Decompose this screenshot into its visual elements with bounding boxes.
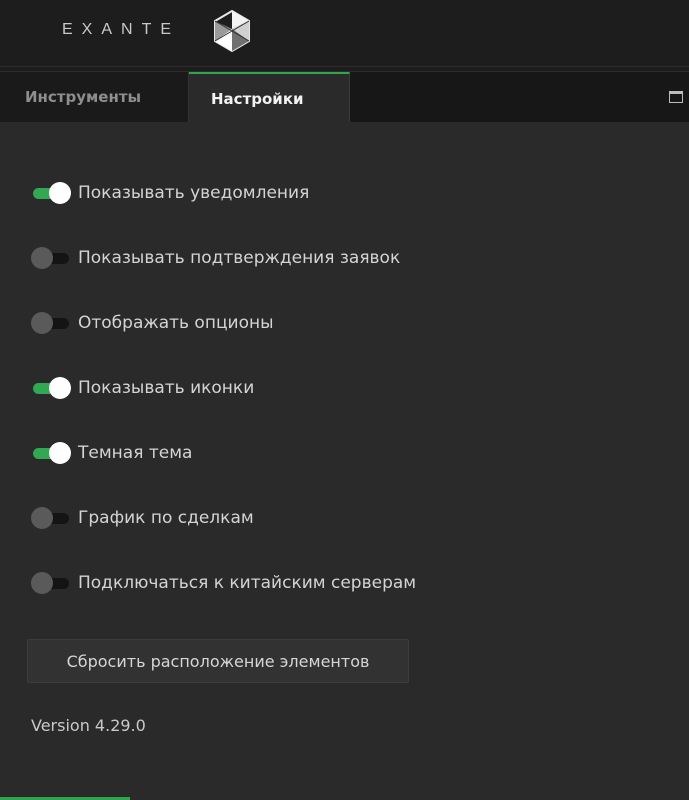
app-window: EXANTE Инструменты Настройки Показывать … — [0, 0, 689, 800]
toggle-switch[interactable] — [31, 312, 71, 334]
tab-instruments[interactable]: Инструменты — [0, 72, 189, 122]
setting-show-icons[interactable]: Показывать иконки — [31, 374, 254, 402]
toggle-switch[interactable] — [31, 507, 71, 529]
toggle-knob — [49, 377, 71, 399]
setting-trades-chart[interactable]: График по сделкам — [31, 504, 254, 532]
setting-label: Показывать подтверждения заявок — [78, 248, 401, 268]
header: EXANTE — [0, 0, 689, 67]
toggle-knob — [49, 442, 71, 464]
exante-logo-icon — [214, 9, 250, 53]
setting-show-options[interactable]: Отображать опционы — [31, 309, 274, 337]
toggle-knob — [31, 247, 53, 269]
setting-label: Темная тема — [78, 443, 193, 463]
setting-show-order-confirmations[interactable]: Показывать подтверждения заявок — [31, 244, 400, 272]
tab-settings[interactable]: Настройки — [189, 72, 350, 123]
setting-label: Подключаться к китайским серверам — [78, 573, 417, 593]
setting-dark-theme[interactable]: Темная тема — [31, 439, 192, 467]
setting-label: Показывать уведомления — [78, 183, 310, 203]
toggle-switch[interactable] — [31, 182, 71, 204]
reset-layout-button[interactable]: Сбросить расположение элементов — [27, 639, 409, 683]
setting-chinese-servers[interactable]: Подключаться к китайским серверам — [31, 569, 416, 597]
toggle-knob — [31, 507, 53, 529]
toggle-switch[interactable] — [31, 572, 71, 594]
toggle-switch[interactable] — [31, 442, 71, 464]
toggle-knob — [49, 182, 71, 204]
setting-show-notifications[interactable]: Показывать уведомления — [31, 179, 309, 207]
maximize-icon[interactable] — [669, 91, 683, 103]
tab-bar: Инструменты Настройки — [0, 71, 689, 123]
toggle-switch[interactable] — [31, 247, 71, 269]
toggle-knob — [31, 312, 53, 334]
version-text: Version 4.29.0 — [31, 716, 146, 735]
toggle-switch[interactable] — [31, 377, 71, 399]
setting-label: Отображать опционы — [78, 313, 274, 333]
setting-label: График по сделкам — [78, 508, 254, 528]
brand-name: EXANTE — [62, 21, 181, 38]
settings-panel: Показывать уведомления Показывать подтве… — [0, 122, 689, 800]
toggle-knob — [31, 572, 53, 594]
setting-label: Показывать иконки — [78, 378, 255, 398]
